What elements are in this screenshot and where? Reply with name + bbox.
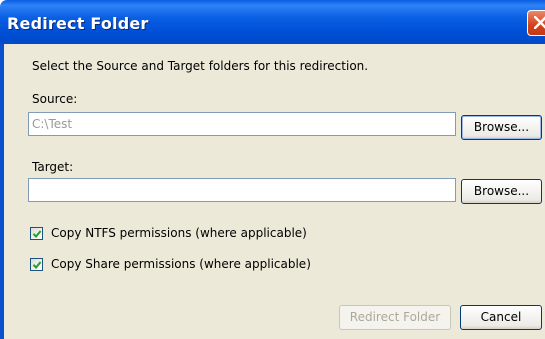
source-browse-button[interactable]: Browse...: [461, 115, 542, 140]
copy-share-label[interactable]: Copy Share permissions (where applicable…: [51, 257, 311, 271]
redirect-folder-button[interactable]: Redirect Folder: [339, 305, 451, 330]
title-bar[interactable]: Redirect Folder: [0, 0, 545, 44]
target-input[interactable]: [28, 178, 456, 202]
target-browse-button[interactable]: Browse...: [461, 179, 542, 204]
copy-ntfs-checkbox[interactable]: [30, 227, 43, 240]
source-input[interactable]: [28, 112, 456, 136]
window-title: Redirect Folder: [7, 14, 149, 33]
dialog-body: Select the Source and Target folders for…: [4, 44, 545, 339]
copy-ntfs-label[interactable]: Copy NTFS permissions (where applicable): [51, 226, 307, 240]
instructions-text: Select the Source and Target folders for…: [32, 59, 369, 73]
cancel-button[interactable]: Cancel: [460, 305, 542, 330]
close-icon: [534, 16, 545, 29]
checkmark-icon: [32, 261, 42, 270]
checkmark-icon: [32, 230, 42, 239]
source-label: Source:: [32, 92, 78, 106]
close-button[interactable]: [527, 10, 545, 36]
copy-share-checkbox[interactable]: [30, 258, 43, 271]
target-label: Target:: [32, 160, 74, 174]
redirect-folder-dialog: Redirect Folder Select the Source and Ta…: [0, 0, 545, 339]
